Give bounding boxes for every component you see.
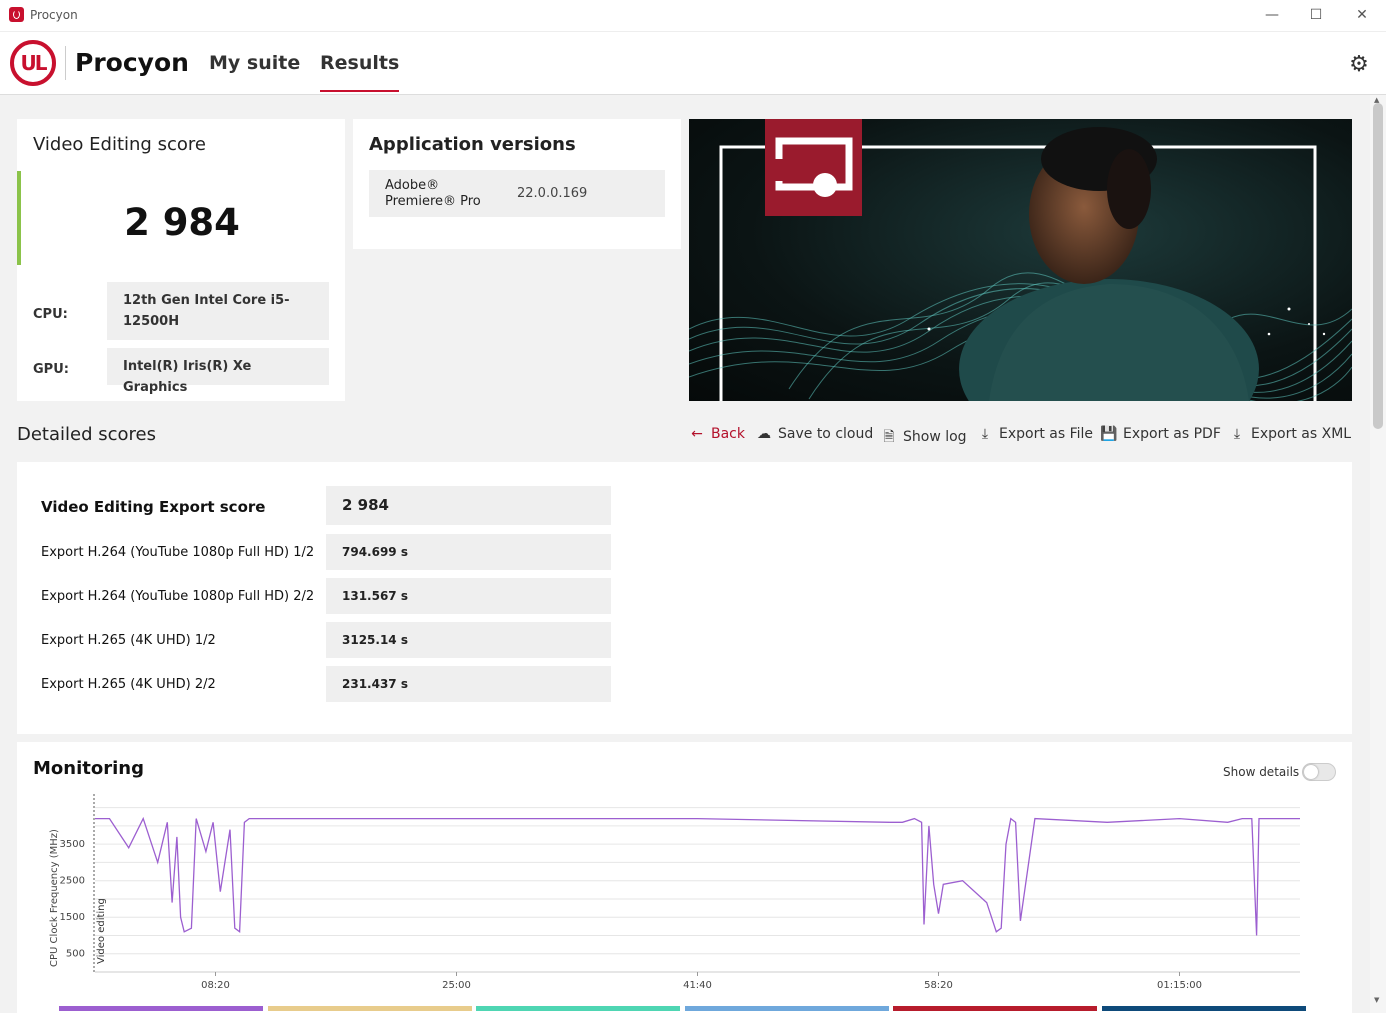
save-to-cloud-label: Save to cloud	[778, 426, 874, 442]
export-pdf-label: Export as PDF	[1123, 426, 1221, 442]
x-tick-label: 41:40	[683, 980, 712, 991]
ul-logo: UL	[10, 40, 56, 86]
score-card: Video Editing score 2 984 CPU: 12th Gen …	[17, 119, 345, 401]
window-titlebar: Procyon — ☐ ✕	[0, 0, 1386, 32]
cpu-label: CPU:	[33, 307, 68, 322]
export-file-button[interactable]: ⤓ Export as File	[976, 426, 1093, 442]
export-xml-label: Export as XML	[1251, 426, 1352, 442]
brand-name: Procyon	[75, 48, 189, 77]
detail-row-label: Export H.265 (4K UHD) 2/2	[41, 677, 216, 692]
y-tick-label: 500	[66, 949, 85, 960]
detailed-scores-card: Video Editing Export score 2 984 Export …	[17, 462, 1352, 734]
x-tick-label: 01:15:00	[1157, 980, 1202, 991]
detailed-scores-title: Detailed scores	[17, 424, 156, 445]
gpu-value: Intel(R) Iris(R) Xe Graphics	[107, 348, 329, 395]
monitoring-card: Monitoring Show details 500 1500 2500 3500 0…	[17, 742, 1352, 1013]
app-header: UL Procyon My suite Results ⚙	[0, 32, 1386, 95]
cpu-frequency-chart: 500 1500 2500 3500 08:20 25:00 41:40 58:20 01:15…	[49, 794, 1300, 991]
legend-color-bar	[1101, 1006, 1306, 1011]
back-button[interactable]: ← Back	[688, 426, 745, 442]
app-versions-title: Application versions	[369, 134, 576, 155]
save-disk-icon: 💾	[1100, 426, 1118, 442]
banner-artwork	[689, 119, 1352, 401]
legend-color-bar	[267, 1006, 472, 1011]
cpu-frequency-series	[95, 816, 1300, 936]
app-versions-card: Application versions Adobe® Premiere® Pr…	[353, 119, 681, 249]
legend-color-bar	[684, 1006, 889, 1011]
detail-row-label: Export H.265 (4K UHD) 1/2	[41, 633, 216, 648]
scroll-down-icon[interactable]: ▼	[1374, 996, 1379, 1004]
app-name: Adobe® Premiere® Pro	[385, 178, 481, 209]
detail-row-value: 131.567 s	[326, 578, 611, 614]
export-xml-button[interactable]: ⤓ Export as XML	[1228, 426, 1351, 442]
nav-my-suite[interactable]: My suite	[209, 52, 300, 74]
maximize-button[interactable]: ☐	[1296, 4, 1336, 26]
nav-results[interactable]: Results	[320, 52, 400, 92]
export-score-value: 2 984	[326, 486, 611, 525]
document-icon: 🗎	[883, 429, 895, 445]
back-label: Back	[711, 426, 745, 442]
app-version: 22.0.0.169	[517, 186, 588, 201]
scrollbar-thumb[interactable]	[1373, 103, 1383, 429]
gpu-label: GPU:	[33, 362, 69, 377]
score-card-title: Video Editing score	[33, 134, 206, 155]
test-banner-image	[689, 119, 1352, 401]
export-pdf-button[interactable]: 💾 Export as PDF	[1100, 426, 1221, 442]
y-tick-label: 1500	[60, 912, 85, 923]
legend-color-bar	[476, 1006, 680, 1011]
detail-row-value: 231.437 s	[326, 666, 611, 702]
download-icon: ⤓	[981, 426, 989, 442]
app-icon	[9, 7, 24, 22]
x-tick-label: 08:20	[201, 980, 230, 991]
detail-row-value: 794.699 s	[326, 534, 611, 570]
legend-color-bar	[893, 1006, 1097, 1011]
cloud-upload-icon: ☁	[757, 426, 771, 442]
save-to-cloud-button[interactable]: ☁ Save to cloud	[755, 426, 873, 442]
show-log-label: Show log	[903, 429, 967, 445]
y-tick-label: 2500	[60, 876, 85, 887]
detail-row-label: Export H.264 (YouTube 1080p Full HD) 2/2	[41, 589, 315, 604]
legend-color-bar	[59, 1006, 263, 1011]
gear-icon[interactable]: ⚙	[1348, 54, 1370, 76]
show-log-button[interactable]: 🗎 Show log	[880, 426, 967, 450]
export-score-label: Video Editing Export score	[41, 498, 266, 516]
window-title: Procyon	[30, 8, 78, 22]
detail-row-label: Export H.264 (YouTube 1080p Full HD) 1/2	[41, 545, 315, 560]
phase-marker-label: Video editing	[96, 898, 107, 964]
vertical-scrollbar[interactable]: ▲ ▼	[1370, 95, 1386, 1013]
overall-score: 2 984	[124, 201, 240, 244]
x-tick-label: 25:00	[442, 980, 471, 991]
x-tick-label: 58:20	[924, 980, 953, 991]
logo-divider	[65, 46, 66, 80]
minimize-button[interactable]: —	[1252, 4, 1292, 26]
back-arrow-icon: ←	[691, 426, 703, 442]
y-axis-label: CPU Clock Frequency (MHz)	[49, 829, 60, 967]
app-version-row: Adobe® Premiere® Pro 22.0.0.169	[369, 170, 665, 217]
detail-row-value: 3125.14 s	[326, 622, 611, 658]
export-file-label: Export as File	[999, 426, 1094, 442]
download-icon: ⤓	[1233, 426, 1241, 442]
cpu-value: 12th Gen Intel Core i5-12500H	[107, 282, 329, 340]
y-tick-label: 3500	[60, 839, 85, 850]
close-button[interactable]: ✕	[1342, 4, 1382, 26]
